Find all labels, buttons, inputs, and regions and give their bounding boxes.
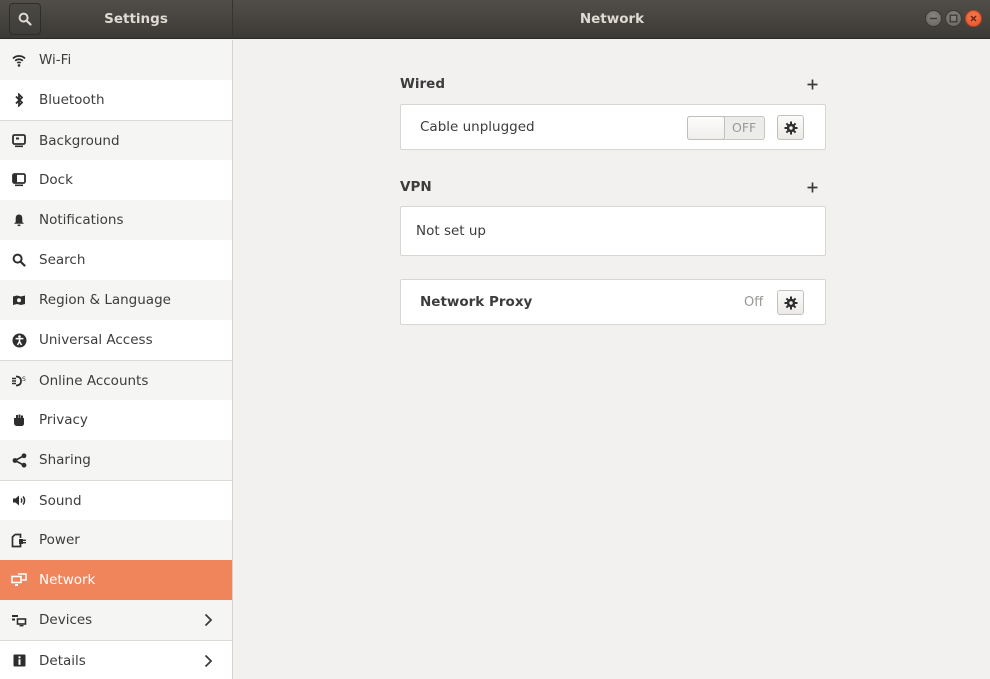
search-icon xyxy=(18,12,32,26)
network-panel: Wired Cable unplugged OFF VPN Not set up… xyxy=(234,40,990,679)
gear-icon xyxy=(784,296,797,309)
sidebar-item-region-language[interactable]: Region & Language xyxy=(0,280,232,320)
sidebar-item-sound[interactable]: Sound xyxy=(0,480,232,520)
sidebar-item-power[interactable]: Power xyxy=(0,520,232,560)
sidebar-header: Settings xyxy=(0,0,233,39)
minimize-icon xyxy=(930,17,937,20)
sidebar-item-label: Dock xyxy=(39,172,73,188)
sidebar-item-wifi[interactable]: Wi-Fi xyxy=(0,40,232,80)
wired-settings-button[interactable] xyxy=(777,115,804,140)
switch-state-label: OFF xyxy=(732,120,757,135)
network-proxy-card[interactable]: Network Proxy Off xyxy=(400,279,826,325)
minimize-button[interactable] xyxy=(925,10,942,27)
sidebar-item-search[interactable]: Search xyxy=(0,240,232,280)
sidebar-item-background[interactable]: Background xyxy=(0,120,232,160)
bell-icon xyxy=(11,212,27,228)
online-accounts-icon: S xyxy=(11,373,27,389)
network-icon xyxy=(11,572,27,588)
maximize-button[interactable] xyxy=(945,10,962,27)
sidebar-item-label: Background xyxy=(39,132,120,149)
wifi-icon xyxy=(11,52,27,68)
sidebar-item-label: Sound xyxy=(39,492,82,509)
hand-icon xyxy=(11,412,27,428)
sidebar-item-label: Universal Access xyxy=(39,332,153,348)
sidebar-item-label: Notifications xyxy=(39,212,124,228)
sidebar-item-label: Region & Language xyxy=(39,292,171,308)
sidebar-item-details[interactable]: Details xyxy=(0,640,232,679)
background-icon xyxy=(11,133,27,149)
header-bar: Settings Network xyxy=(0,0,990,39)
window-controls xyxy=(925,10,982,27)
sidebar-item-label: Bluetooth xyxy=(39,92,105,108)
sidebar-item-label: Search xyxy=(39,252,86,268)
gear-icon xyxy=(784,121,797,134)
sidebar-item-universal-access[interactable]: Universal Access xyxy=(0,320,232,360)
vpn-status: Not set up xyxy=(416,223,486,239)
svg-text:S: S xyxy=(22,376,26,383)
vpn-section-title: VPN xyxy=(400,179,432,195)
maximize-icon xyxy=(949,14,958,23)
wired-section-title: Wired xyxy=(400,76,445,92)
wired-connection-status: Cable unplugged xyxy=(420,119,535,135)
sidebar-item-label: Privacy xyxy=(39,412,88,428)
network-proxy-label: Network Proxy xyxy=(420,294,533,310)
chevron-right-icon xyxy=(204,613,213,627)
sidebar: Wi-Fi Bluetooth Background Dock Notifica… xyxy=(0,40,233,679)
sidebar-item-sharing[interactable]: Sharing xyxy=(0,440,232,480)
add-vpn-button[interactable] xyxy=(802,177,822,197)
region-icon xyxy=(11,292,27,308)
sidebar-item-network[interactable]: Network xyxy=(0,560,232,600)
close-icon xyxy=(970,15,977,22)
sidebar-item-notifications[interactable]: Notifications xyxy=(0,200,232,240)
speaker-icon xyxy=(11,493,27,509)
add-wired-button[interactable] xyxy=(802,74,822,94)
info-icon xyxy=(11,653,27,669)
sidebar-item-bluetooth[interactable]: Bluetooth xyxy=(0,80,232,120)
bluetooth-icon xyxy=(11,92,27,108)
wired-card: Cable unplugged OFF xyxy=(400,104,826,150)
sidebar-item-label: Network xyxy=(39,572,96,588)
panel-title: Network xyxy=(579,11,645,27)
close-button[interactable] xyxy=(965,10,982,27)
sidebar-item-online-accounts[interactable]: S Online Accounts xyxy=(0,360,232,400)
chevron-right-icon xyxy=(204,654,213,668)
network-proxy-settings-button[interactable] xyxy=(777,290,804,315)
vpn-card: Not set up xyxy=(400,206,826,256)
plus-icon xyxy=(807,182,817,192)
power-icon xyxy=(11,532,27,548)
dock-icon xyxy=(11,172,27,188)
share-icon xyxy=(11,452,27,468)
network-proxy-status: Off xyxy=(744,294,764,310)
wired-connection-row: Cable unplugged OFF xyxy=(401,105,825,149)
sidebar-item-label: Power xyxy=(39,532,80,548)
switch-knob xyxy=(687,116,725,140)
sidebar-item-label: Online Accounts xyxy=(39,372,149,389)
sidebar-title: Settings xyxy=(104,11,168,27)
sidebar-item-label: Sharing xyxy=(39,452,91,468)
accessibility-icon xyxy=(11,332,27,348)
search-icon xyxy=(11,252,27,268)
wired-toggle-switch[interactable]: OFF xyxy=(687,116,765,140)
sidebar-item-dock[interactable]: Dock xyxy=(0,160,232,200)
sidebar-item-devices[interactable]: Devices xyxy=(0,600,232,640)
network-proxy-row: Network Proxy Off xyxy=(401,280,825,324)
sidebar-item-privacy[interactable]: Privacy xyxy=(0,400,232,440)
search-button[interactable] xyxy=(9,3,41,35)
vpn-row: Not set up xyxy=(401,207,825,255)
devices-icon xyxy=(11,612,27,628)
plus-icon xyxy=(807,79,817,89)
sidebar-item-label: Wi-Fi xyxy=(39,52,72,68)
